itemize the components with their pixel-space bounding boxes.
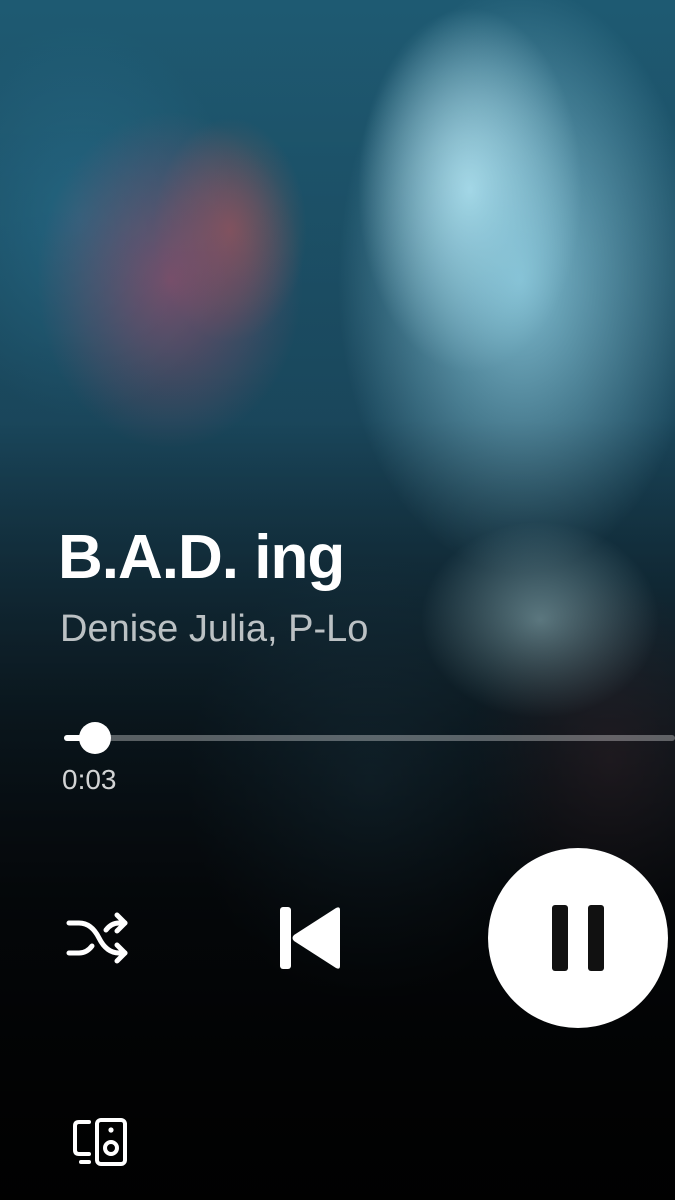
track-artists[interactable]: Denise Julia, P-Lo: [60, 608, 368, 651]
progress-track: [64, 735, 675, 741]
connect-devices-button[interactable]: [68, 1112, 134, 1172]
pause-icon: [552, 905, 604, 971]
pause-button[interactable]: [488, 848, 668, 1028]
progress-bar[interactable]: [64, 722, 675, 754]
progress-thumb[interactable]: [78, 722, 111, 754]
skip-previous-icon: [280, 907, 340, 969]
track-title[interactable]: B.A.D. ing: [58, 522, 345, 593]
connect-devices-icon: [73, 1118, 127, 1166]
elapsed-time: 0:03: [62, 764, 117, 795]
shuffle-button[interactable]: [58, 902, 138, 974]
previous-track-button[interactable]: [268, 896, 352, 980]
shuffle-icon: [66, 912, 128, 964]
